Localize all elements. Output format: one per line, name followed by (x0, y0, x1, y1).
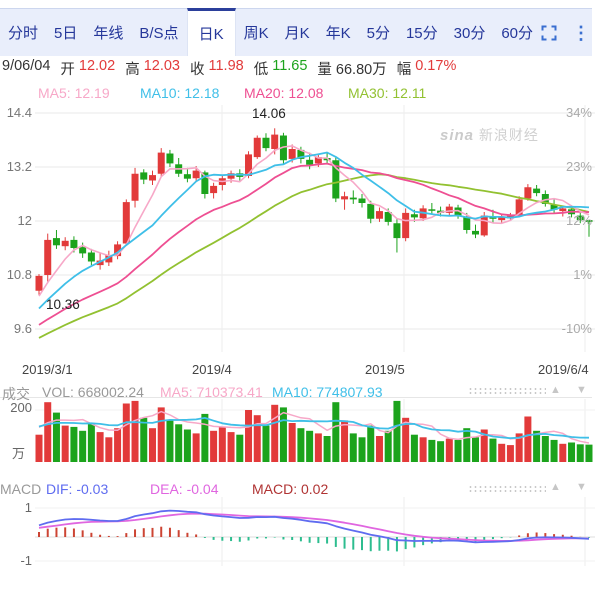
volume-tick: 200 (0, 400, 32, 415)
volume-pane-down-icon[interactable]: ▼ (576, 385, 587, 396)
quote-low: 低 11.65 (254, 58, 308, 79)
quote-close: 收 11.98 (190, 58, 244, 79)
sina-watermark: sina 新浪财经 (440, 125, 539, 145)
ma10-legend: MA10: 12.18 (140, 85, 219, 101)
x-date-label: 2019/3/1 (22, 362, 73, 377)
x-date-label: 2019/5 (365, 362, 405, 377)
fullscreen-icon[interactable] (541, 25, 557, 41)
more-options-icon[interactable]: ⋮ (572, 24, 590, 42)
volume-value: VOL: 668002.24 (42, 384, 144, 400)
macd-pane-resize-handle[interactable] (468, 485, 546, 493)
tab-yearly-k[interactable]: 年K (318, 9, 359, 56)
quote-volume: 量 66.80万 (317, 58, 386, 79)
percent-tick: 23% (548, 159, 592, 174)
quote-open: 开 12.02 (60, 58, 115, 79)
macd-dea-value: DEA: -0.04 (150, 481, 218, 497)
ma5-legend: MA5: 12.19 (38, 85, 110, 101)
percent-tick: 1% (548, 267, 592, 282)
tab-daily-k[interactable]: 日K (187, 8, 236, 56)
sina-logo: sina (440, 127, 474, 144)
macd-hist-value: MACD: 0.02 (252, 481, 328, 497)
x-date-label: 2019/4 (192, 362, 232, 377)
macd-tick-bottom: -1 (0, 553, 32, 568)
period-tab-bar: 分时 5日 年线 B/S点 日K 周K 月K 年K 5分 15分 30分 60分… (0, 8, 592, 56)
tab-yearline[interactable]: 年线 (85, 9, 131, 56)
price-tick: 12 (0, 213, 32, 228)
volume-pane-resize-handle[interactable] (468, 387, 546, 395)
percent-tick: -10% (548, 321, 592, 336)
price-tick: 13.2 (0, 159, 32, 174)
quote-high: 高 12.03 (125, 58, 180, 79)
tab-5day[interactable]: 5日 (46, 9, 85, 56)
ma20-legend: MA20: 12.08 (244, 85, 323, 101)
macd-dif-value: DIF: -0.03 (46, 481, 108, 497)
ma-legend-row: MA5: 12.19 MA10: 12.18 MA20: 12.08 MA30:… (0, 85, 600, 101)
percent-tick: 12% (548, 213, 592, 228)
period-low-annotation: 10.36 (46, 297, 80, 312)
tabbar-icons: ⋮ (541, 9, 598, 56)
tab-5min[interactable]: 5分 (359, 9, 398, 56)
volume-ma10-value: MA10: 774807.93 (272, 384, 383, 400)
macd-pane-up-icon[interactable]: ▲ (550, 482, 561, 493)
tab-bs-points[interactable]: B/S点 (131, 9, 186, 56)
tab-fenshi[interactable]: 分时 (0, 9, 46, 56)
volume-unit: 万 (12, 443, 25, 462)
volume-ma5-value: MA5: 710373.41 (160, 384, 263, 400)
percent-tick: 34% (548, 105, 592, 120)
macd-tick-top: 1 (0, 500, 32, 515)
price-tick: 10.8 (0, 267, 32, 282)
tab-monthly-k[interactable]: 月K (277, 9, 318, 56)
quote-date: 9/06/04 (2, 58, 50, 79)
tab-30min[interactable]: 30分 (446, 9, 494, 56)
price-tick: 9.6 (0, 321, 32, 336)
quote-change-pct: 幅 0.17% (397, 58, 457, 79)
volume-pane-up-icon[interactable]: ▲ (550, 385, 561, 396)
price-tick: 14.4 (0, 105, 32, 120)
quote-row: 9/06/04 开 12.02 高 12.03 收 11.98 低 11.65 … (2, 58, 456, 79)
macd-pane-down-icon[interactable]: ▼ (576, 482, 587, 493)
x-date-label: 2019/6/4 (538, 362, 589, 377)
tab-60min[interactable]: 60分 (493, 9, 541, 56)
macd-pane-title: MACD (0, 481, 41, 497)
tab-weekly-k[interactable]: 周K (236, 9, 277, 56)
stock-chart-screen: 分时 5日 年线 B/S点 日K 周K 月K 年K 5分 15分 30分 60分… (0, 0, 600, 600)
tab-15min[interactable]: 15分 (398, 9, 446, 56)
ma30-legend: MA30: 12.11 (348, 85, 426, 101)
period-high-annotation: 14.06 (252, 106, 286, 121)
